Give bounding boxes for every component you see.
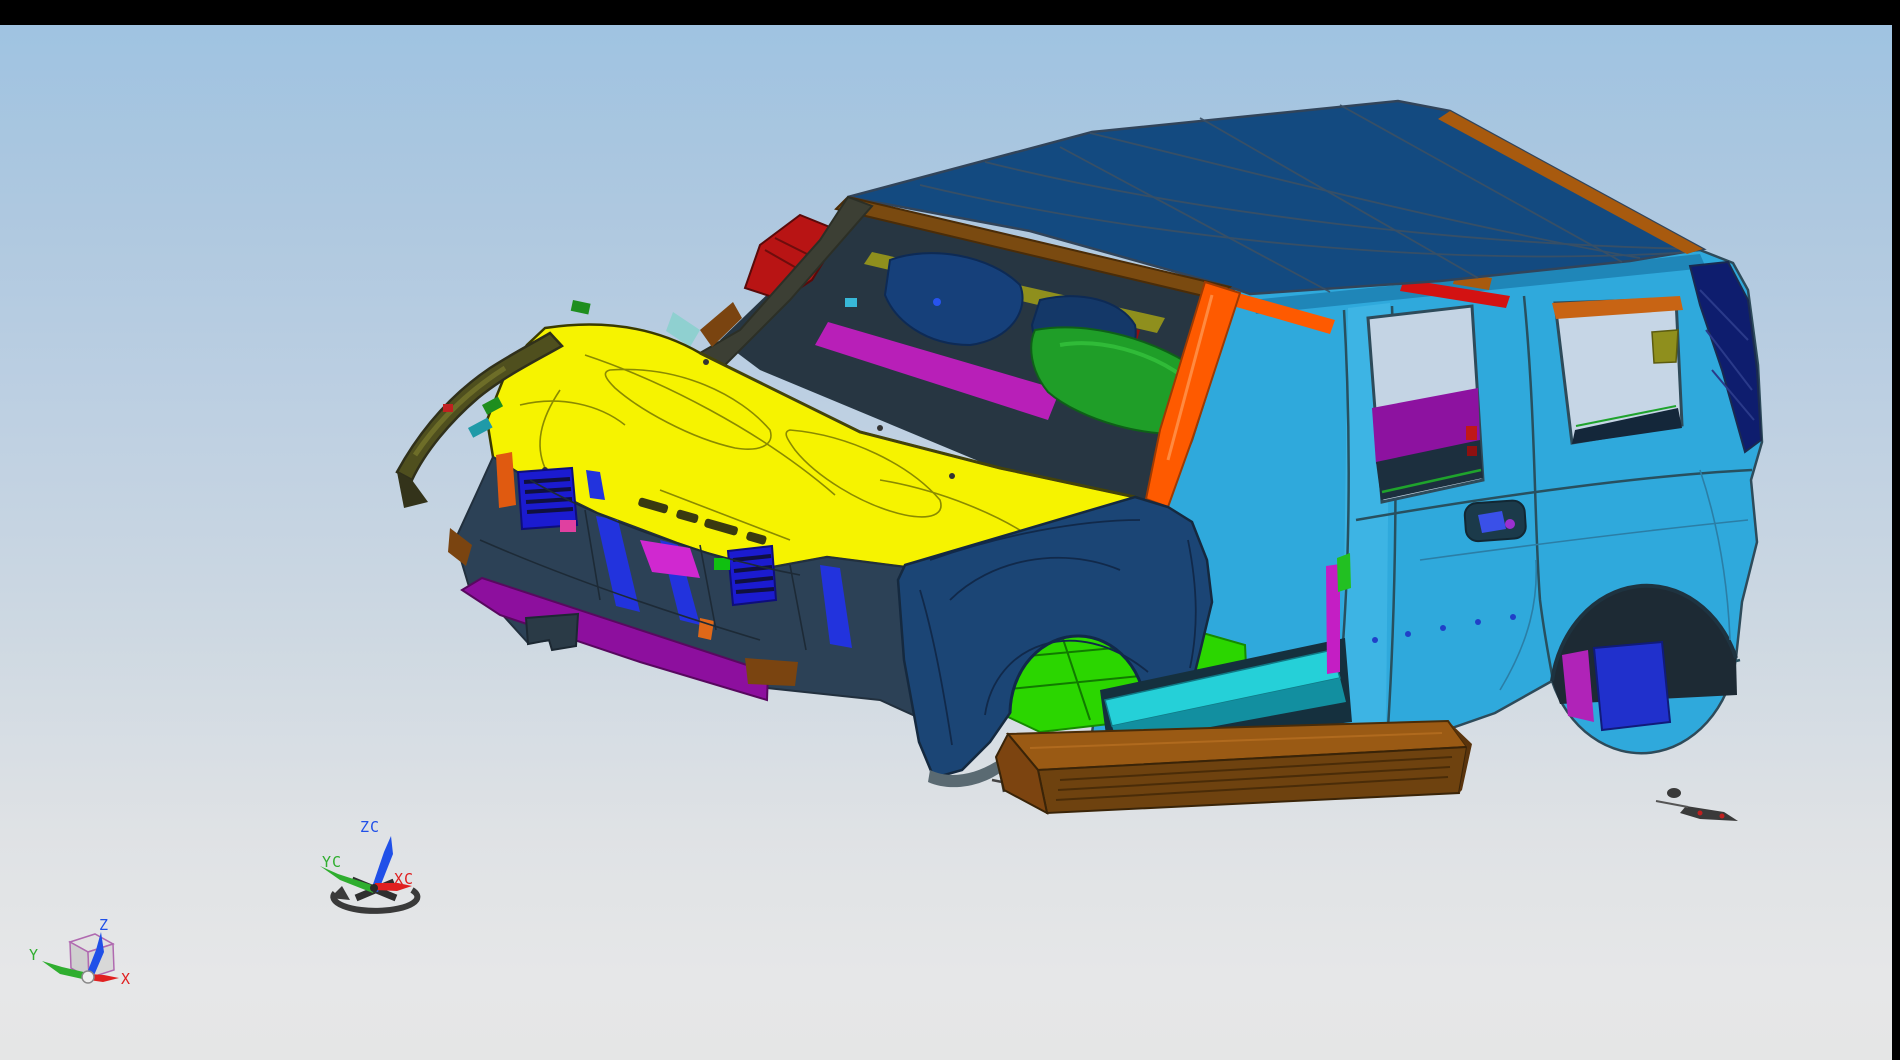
view-origin-sphere[interactable] <box>82 971 94 983</box>
radiator-slot-panel-left[interactable] <box>518 468 577 529</box>
wcs-x-label: XC <box>394 870 414 888</box>
door-handle-recess[interactable] <box>1464 500 1527 542</box>
debris-red-dot1 <box>1698 811 1703 816</box>
rail-red-bit[interactable] <box>443 404 453 412</box>
carrier-green-bit[interactable] <box>714 558 730 570</box>
application-window: ZC YC XC Z Y X <box>0 0 1900 1060</box>
cyan-bit[interactable] <box>845 298 857 307</box>
rear-arch-blue-part[interactable] <box>1594 642 1670 730</box>
view-x-label: X <box>121 970 131 988</box>
view-triad[interactable]: Z Y X <box>29 916 131 988</box>
right-edge-bar <box>1892 0 1900 1060</box>
quarter-window-olive-bracket[interactable] <box>1652 330 1678 363</box>
lower-dark-block[interactable] <box>526 614 578 650</box>
bumper-brown-piece[interactable] <box>745 658 798 686</box>
view-z-label: Z <box>99 916 109 934</box>
3d-canvas[interactable]: ZC YC XC Z Y X <box>0 25 1892 1060</box>
wcs-origin[interactable] <box>370 884 378 892</box>
wcs-z-label: ZC <box>360 818 380 836</box>
blue-bit[interactable] <box>933 298 941 306</box>
view-y-label: Y <box>29 946 39 964</box>
top-bar <box>0 0 1900 25</box>
debris-long[interactable] <box>1680 806 1738 821</box>
sill-green-strip[interactable] <box>1337 553 1351 592</box>
wcs-triad[interactable]: ZC YC XC <box>320 818 417 911</box>
radiator-slot-panel-right[interactable] <box>728 546 776 605</box>
window-red-bit1[interactable] <box>1466 426 1477 440</box>
debris-small[interactable] <box>1667 788 1681 798</box>
wcs-y-label: YC <box>322 853 342 871</box>
carrier-pink-bit[interactable] <box>560 520 576 532</box>
side-step-assembly[interactable] <box>996 721 1472 813</box>
window-red-bit2[interactable] <box>1467 446 1477 456</box>
debris-red-dot2 <box>1720 814 1725 819</box>
cowl-green-bit[interactable] <box>571 300 591 315</box>
graphics-viewport[interactable]: ZC YC XC Z Y X <box>0 25 1892 1060</box>
debris-line <box>1656 801 1688 807</box>
debris-fragments[interactable] <box>1656 788 1738 821</box>
